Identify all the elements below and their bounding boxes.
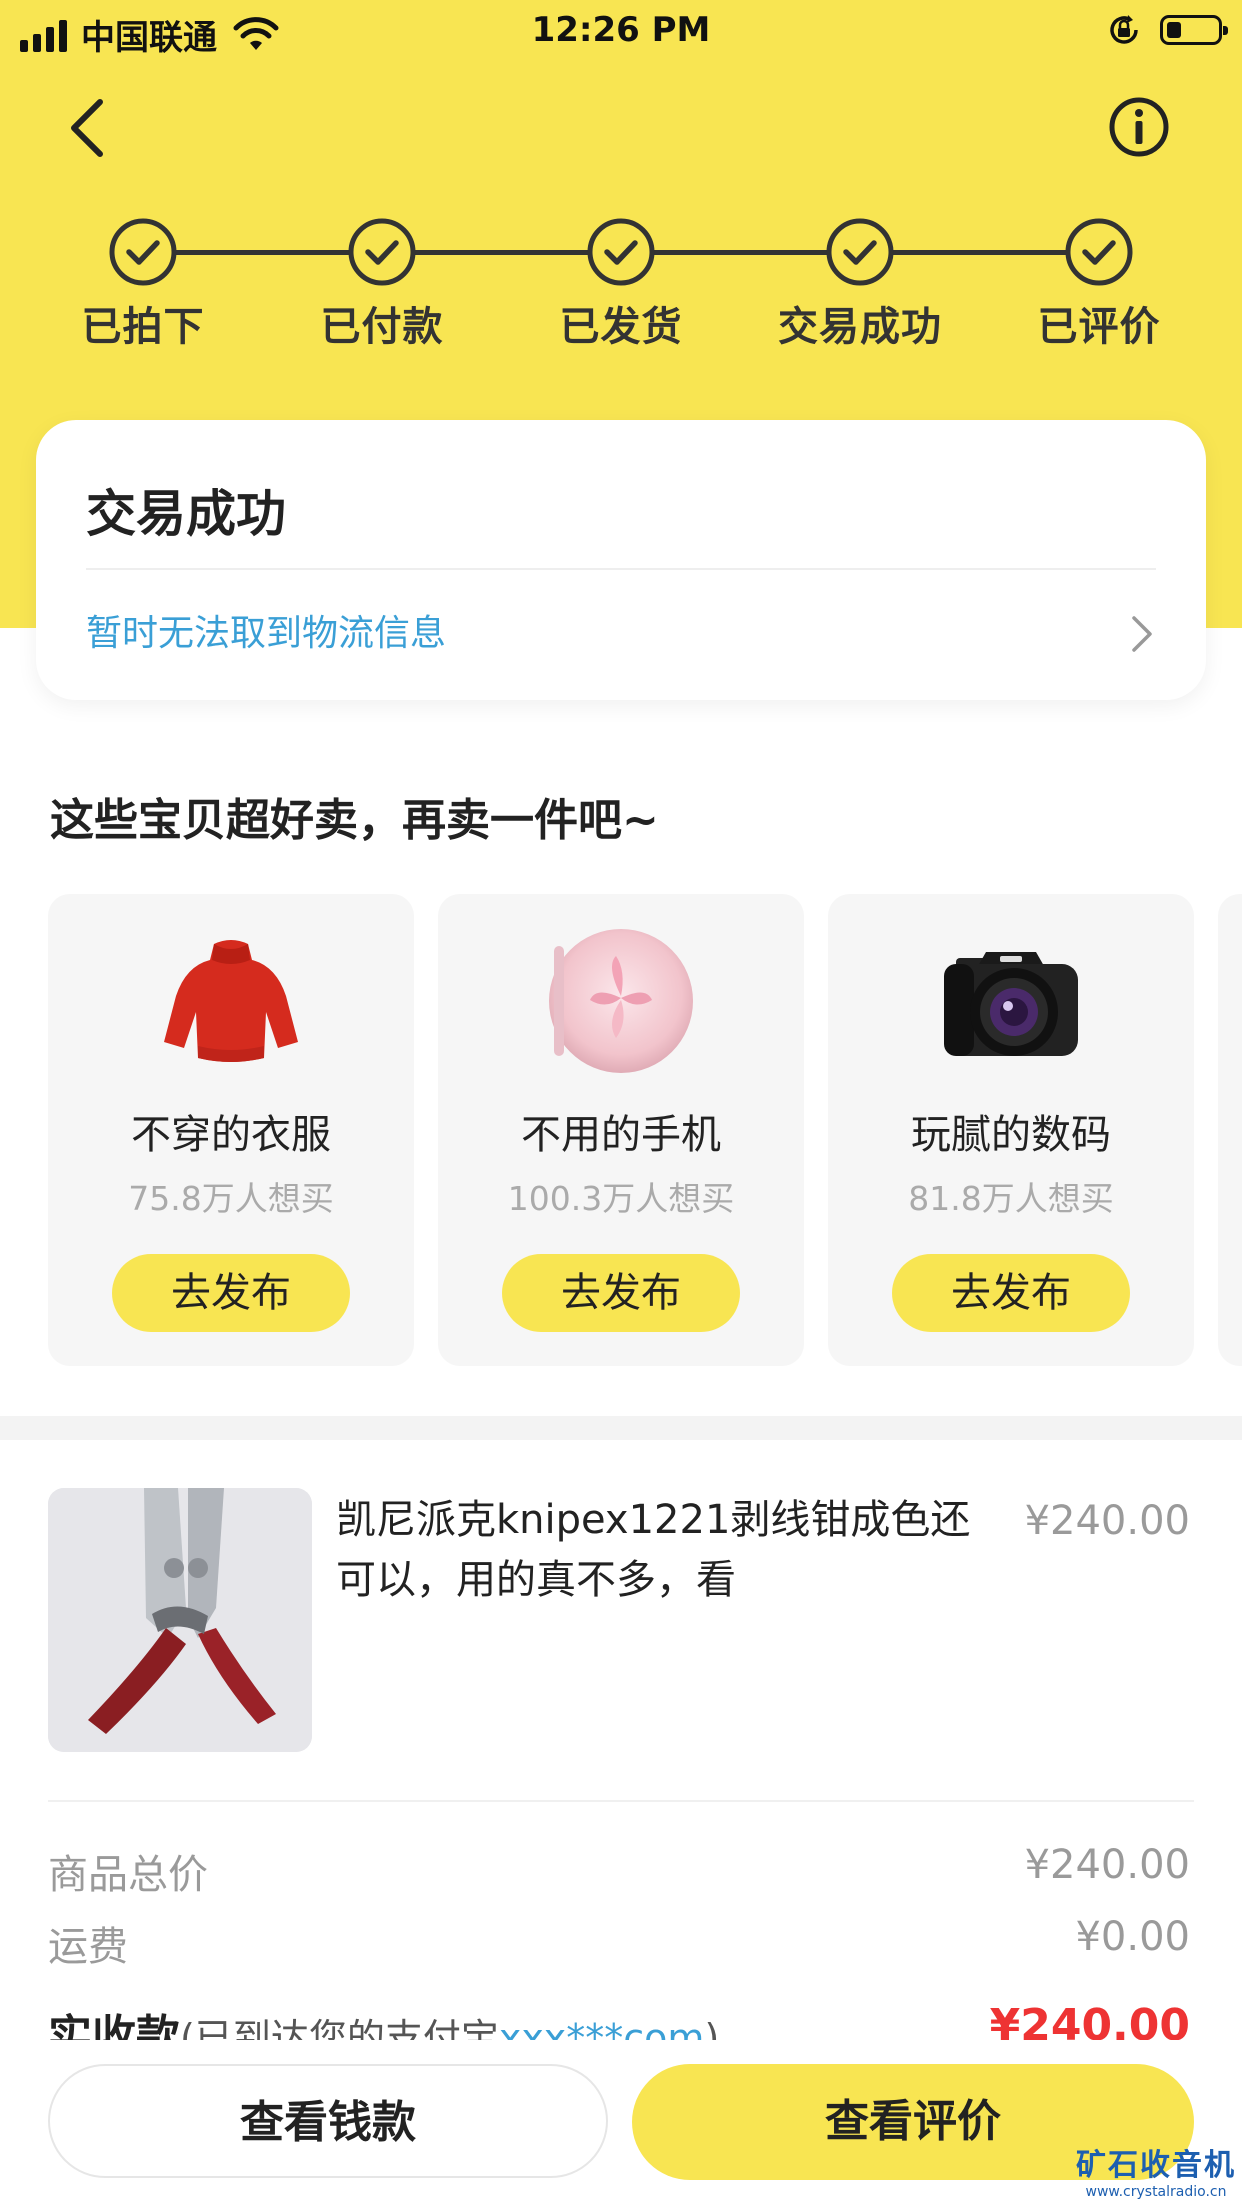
step-label: 已发货 [559,304,683,350]
logistics-text: 暂时无法取到物流信息 [86,613,447,654]
phone-image [549,929,693,1073]
back-icon[interactable] [62,96,112,160]
watermark-title: 矿石收音机 [1076,2148,1236,2183]
step-completed: 交易成功 [740,216,980,352]
divider [86,568,1156,570]
publish-button[interactable]: 去发布 [112,1254,350,1332]
step-shipped: 已发货 [501,216,741,352]
product-image[interactable] [48,1488,312,1752]
chevron-right-icon [1132,616,1152,652]
recommend-count: 81.8万人想买 [908,1179,1114,1218]
check-circle-icon [348,218,416,286]
camera-image [944,952,1078,1056]
status-time: 12:26 PM [531,10,711,50]
rotation-lock-icon [1110,15,1138,44]
product-price: ¥240.00 [1024,1498,1190,1544]
status-right [1106,12,1228,48]
bottom-action-bar: 查看钱款 查看评价 矿石收音机 www.crystalradio.cn [0,2040,1242,2208]
recommend-list: 不穿的衣服 75.8万人想买 去发布 不用的手机 100.3万人想买 去发布 玩… [48,894,1242,1368]
recommend-card-phone[interactable]: 不用的手机 100.3万人想买 去发布 [438,894,804,1366]
step-label: 已评价 [1037,304,1161,350]
step-reviewed: 已评价 [979,216,1219,352]
watermark-url: www.crystalradio.cn [1085,2184,1227,2200]
logistics-row[interactable]: 暂时无法取到物流信息 [86,604,1156,664]
step-placed: 已拍下 [23,216,263,352]
publish-button[interactable]: 去发布 [892,1254,1130,1332]
check-circle-icon [826,218,894,286]
recommend-name: 玩腻的数码 [911,1112,1111,1158]
order-detail-page: 中国联通 12:26 PM 已拍下 已付款 已发货 交易成功 已评价 交易成功 … [0,0,1242,2208]
recommend-card-digital[interactable]: 玩腻的数码 81.8万人想买 去发布 [828,894,1194,1366]
section-separator [0,1416,1242,1440]
info-circle-icon[interactable] [1106,94,1172,160]
step-label: 已拍下 [81,304,205,350]
wire-stripper-image [48,1488,312,1752]
watermark: 矿石收音机 www.crystalradio.cn [1076,2140,1236,2200]
recommend-card-more[interactable] [1218,894,1242,1366]
check-circle-icon [109,218,177,286]
goods-total-row: 商品总价 ¥240.00 [48,1842,1190,1898]
order-status-title: 交易成功 [86,485,286,543]
recommend-card-clothes[interactable]: 不穿的衣服 75.8万人想买 去发布 [48,894,414,1366]
view-money-button[interactable]: 查看钱款 [48,2064,608,2178]
recommend-title: 这些宝贝超好卖，再卖一件吧~ [50,795,659,846]
recommend-name: 不穿的衣服 [131,1112,331,1158]
goods-total-label: 商品总价 [48,1852,208,1898]
order-status-card: 交易成功 暂时无法取到物流信息 [36,420,1206,700]
status-bar: 中国联通 12:26 PM [0,0,1242,62]
step-label: 已付款 [320,304,444,350]
publish-button[interactable]: 去发布 [502,1254,740,1332]
recommend-count: 100.3万人想买 [507,1179,735,1218]
check-circle-icon [1065,218,1133,286]
step-label: 交易成功 [778,304,942,350]
product-title[interactable]: 凯尼派克knipex1221剥线钳成色还可以，用的真不多，看 [336,1490,996,1610]
sweater-image [164,940,298,1062]
step-paid: 已付款 [262,216,502,352]
recommend-name: 不用的手机 [521,1112,721,1158]
check-circle-icon [587,218,655,286]
shipping-row: 运费 ¥0.00 [48,1914,1190,1970]
shipping-label: 运费 [48,1924,128,1970]
divider [48,1800,1194,1802]
recommend-count: 75.8万人想买 [128,1179,334,1218]
battery-icon [1160,15,1228,45]
shipping-value: ¥0.00 [1075,1914,1190,1960]
goods-total-value: ¥240.00 [1024,1842,1190,1888]
